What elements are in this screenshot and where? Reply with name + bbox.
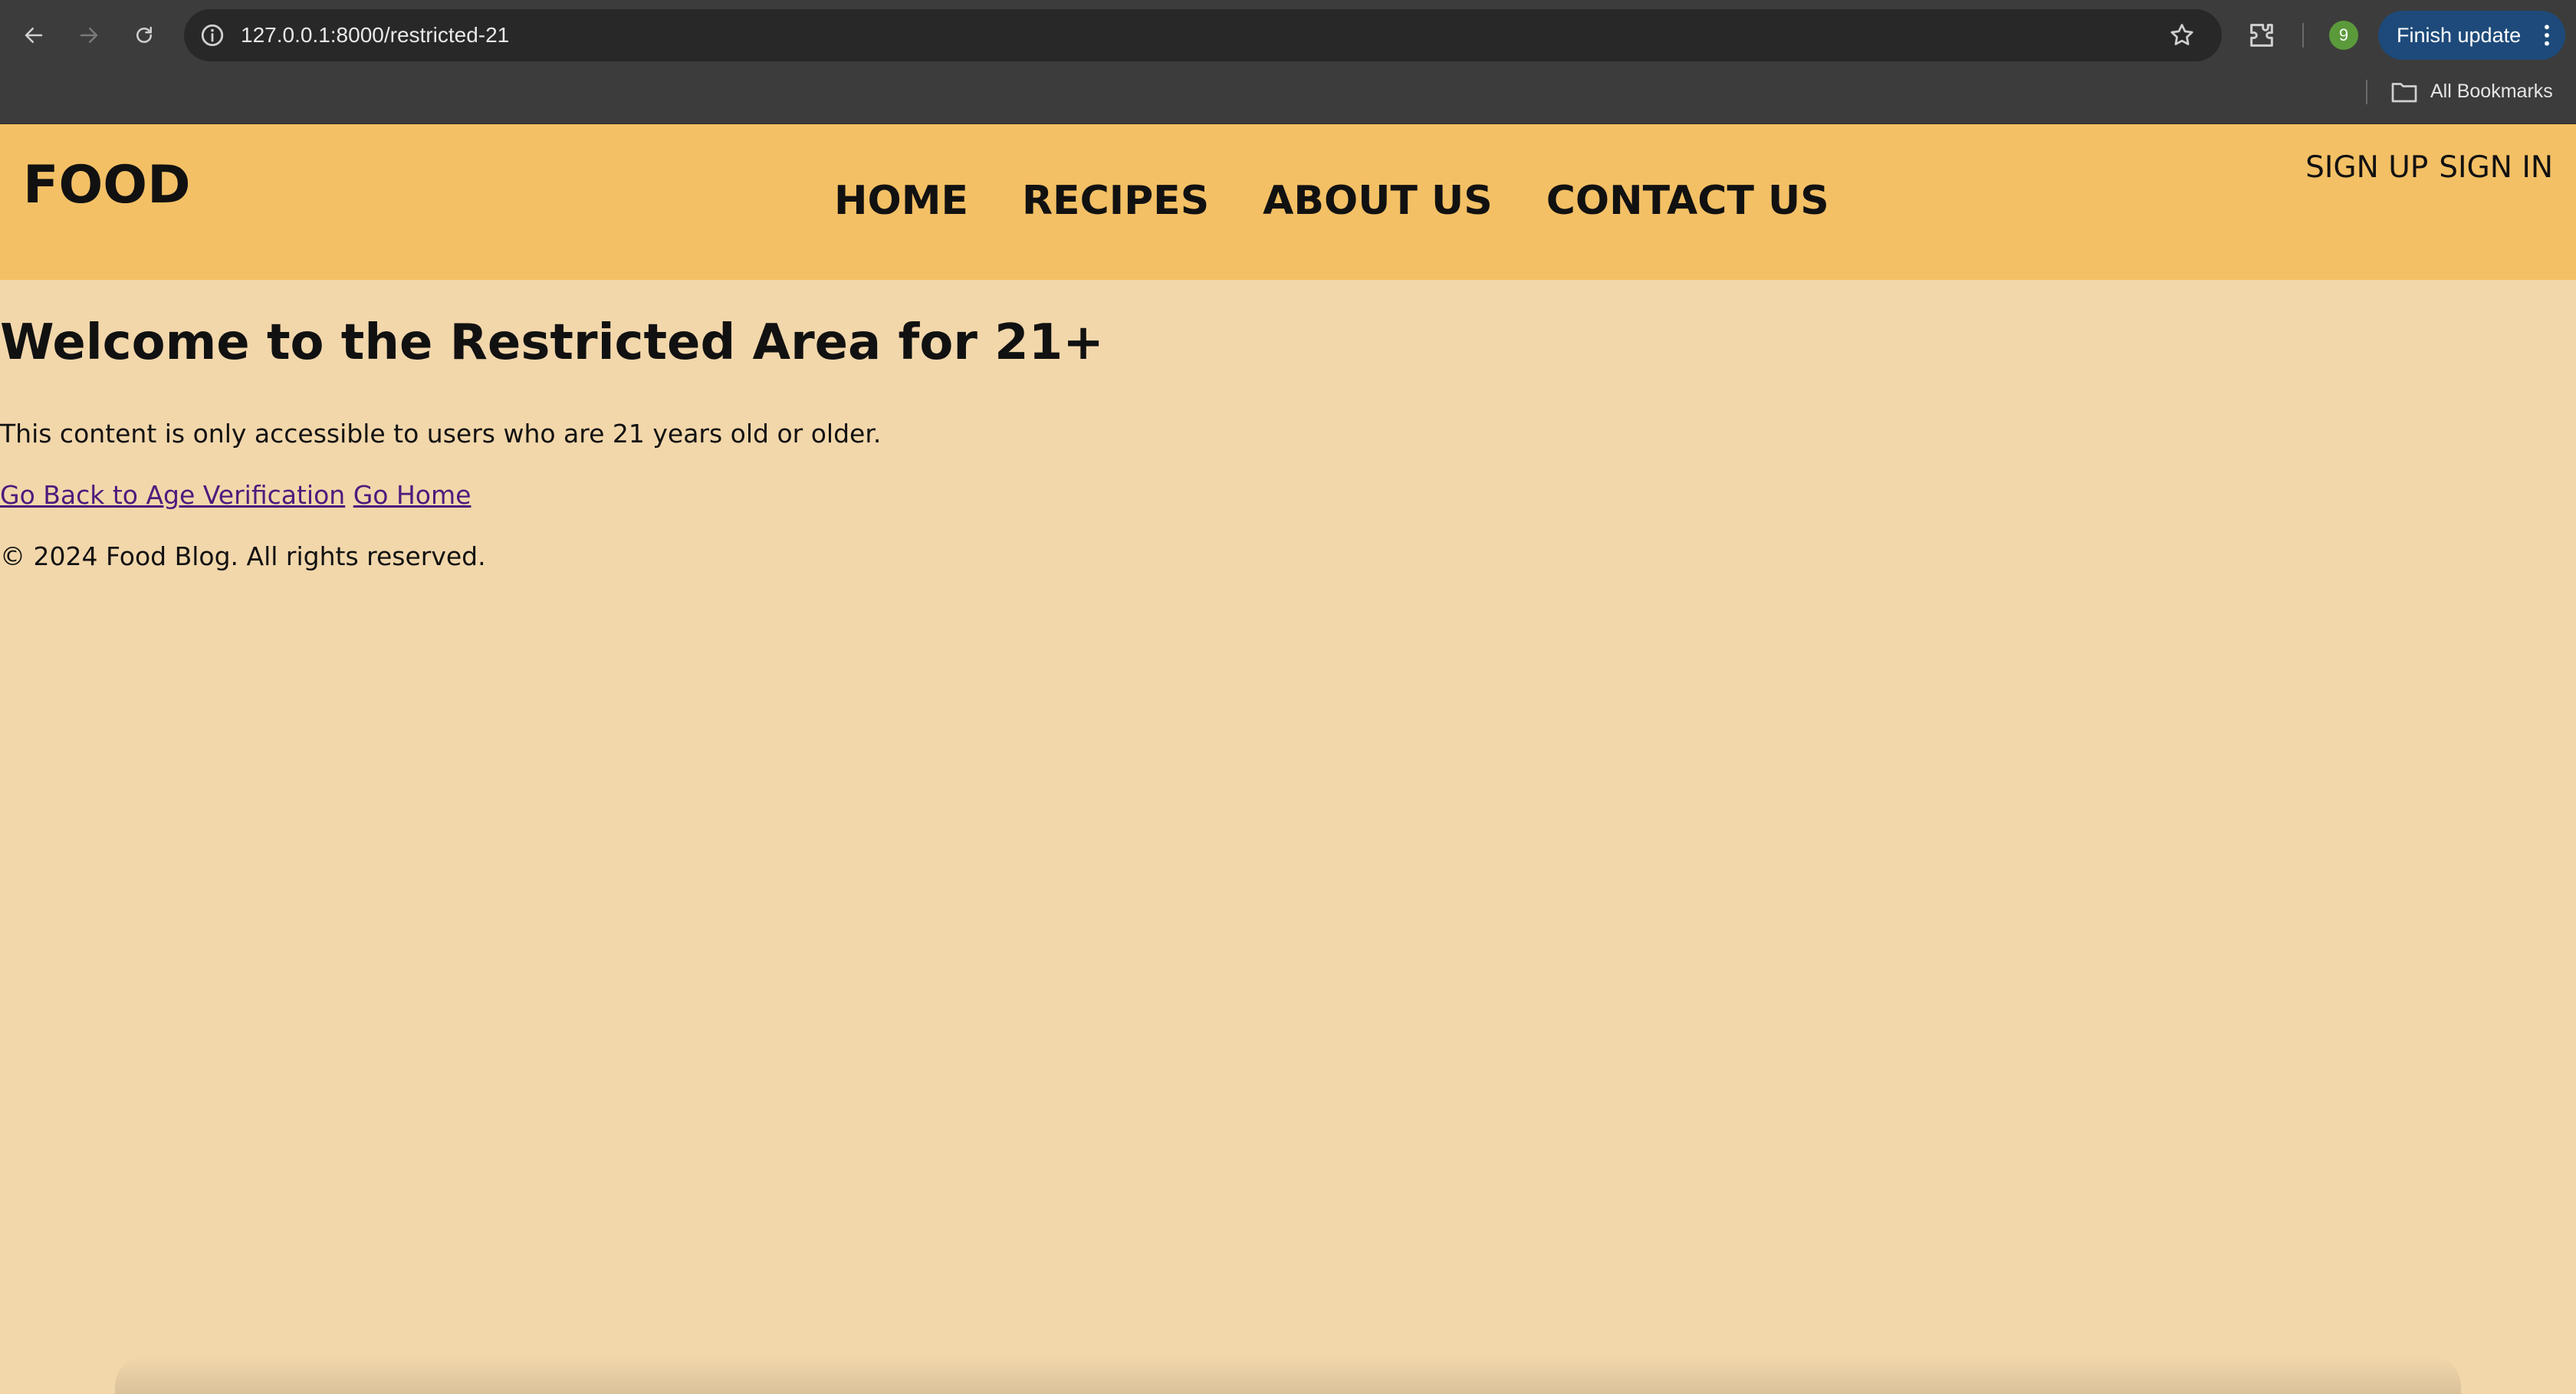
nav-contact-us[interactable]: CONTACT US [1546,178,1829,224]
url-text[interactable]: 127.0.0.1:8000/restricted-21 [241,9,509,61]
go-home-link[interactable]: Go Home [353,480,472,510]
star-icon[interactable] [2168,21,2196,49]
extensions-icon[interactable] [2246,20,2277,51]
bookmarks-divider [2366,80,2367,104]
reload-icon [136,26,152,43]
site-header: FOOD HOME RECIPES ABOUT US CONTACT US SI… [0,123,2576,280]
kebab-icon[interactable] [2542,23,2551,48]
address-bar[interactable]: 127.0.0.1:8000/restricted-21 [184,9,2222,61]
finish-update-label: Finish update [2397,24,2522,47]
nav-about-us[interactable]: ABOUT US [1263,178,1493,224]
page-description: This content is only accessible to users… [0,419,882,449]
folder-icon[interactable] [2390,80,2418,104]
nav-home[interactable]: HOME [834,178,968,224]
window-bottom-shadow [115,1356,2461,1394]
copyright-footer: © 2024 Food Blog. All rights reserved. [0,541,486,571]
forward-button[interactable] [71,17,107,54]
sign-in-link[interactable]: SIGN IN [2439,150,2553,185]
links-row: Go Back to Age Verification Go Home [0,480,471,510]
back-icon [25,28,43,43]
browser-toolbar: 127.0.0.1:8000/restricted-21 9 Finish up… [0,0,2576,70]
forward-icon [80,28,98,43]
nav-recipes[interactable]: RECIPES [1022,178,1209,224]
back-to-verification-link[interactable]: Go Back to Age Verification [0,480,345,510]
bookmarks-bar [0,70,2576,123]
finish-update-button[interactable]: Finish update [2378,11,2565,60]
profile-avatar[interactable]: 9 [2329,21,2358,50]
site-info-icon[interactable] [199,22,225,48]
page-title: Welcome to the Restricted Area for 21+ [0,314,1104,371]
browser-window: 127.0.0.1:8000/restricted-21 9 Finish up… [0,0,2576,1394]
site-logo[interactable]: FOOD [23,155,191,215]
back-button[interactable] [15,17,52,54]
auth-links: SIGN UP SIGN IN [2305,150,2553,185]
main-nav: HOME RECIPES ABOUT US CONTACT US [834,178,1829,224]
toolbar-divider [2302,23,2304,48]
all-bookmarks-link[interactable]: All Bookmarks [2430,75,2553,107]
reload-button[interactable] [126,17,163,54]
sign-up-link[interactable]: SIGN UP [2305,150,2428,185]
